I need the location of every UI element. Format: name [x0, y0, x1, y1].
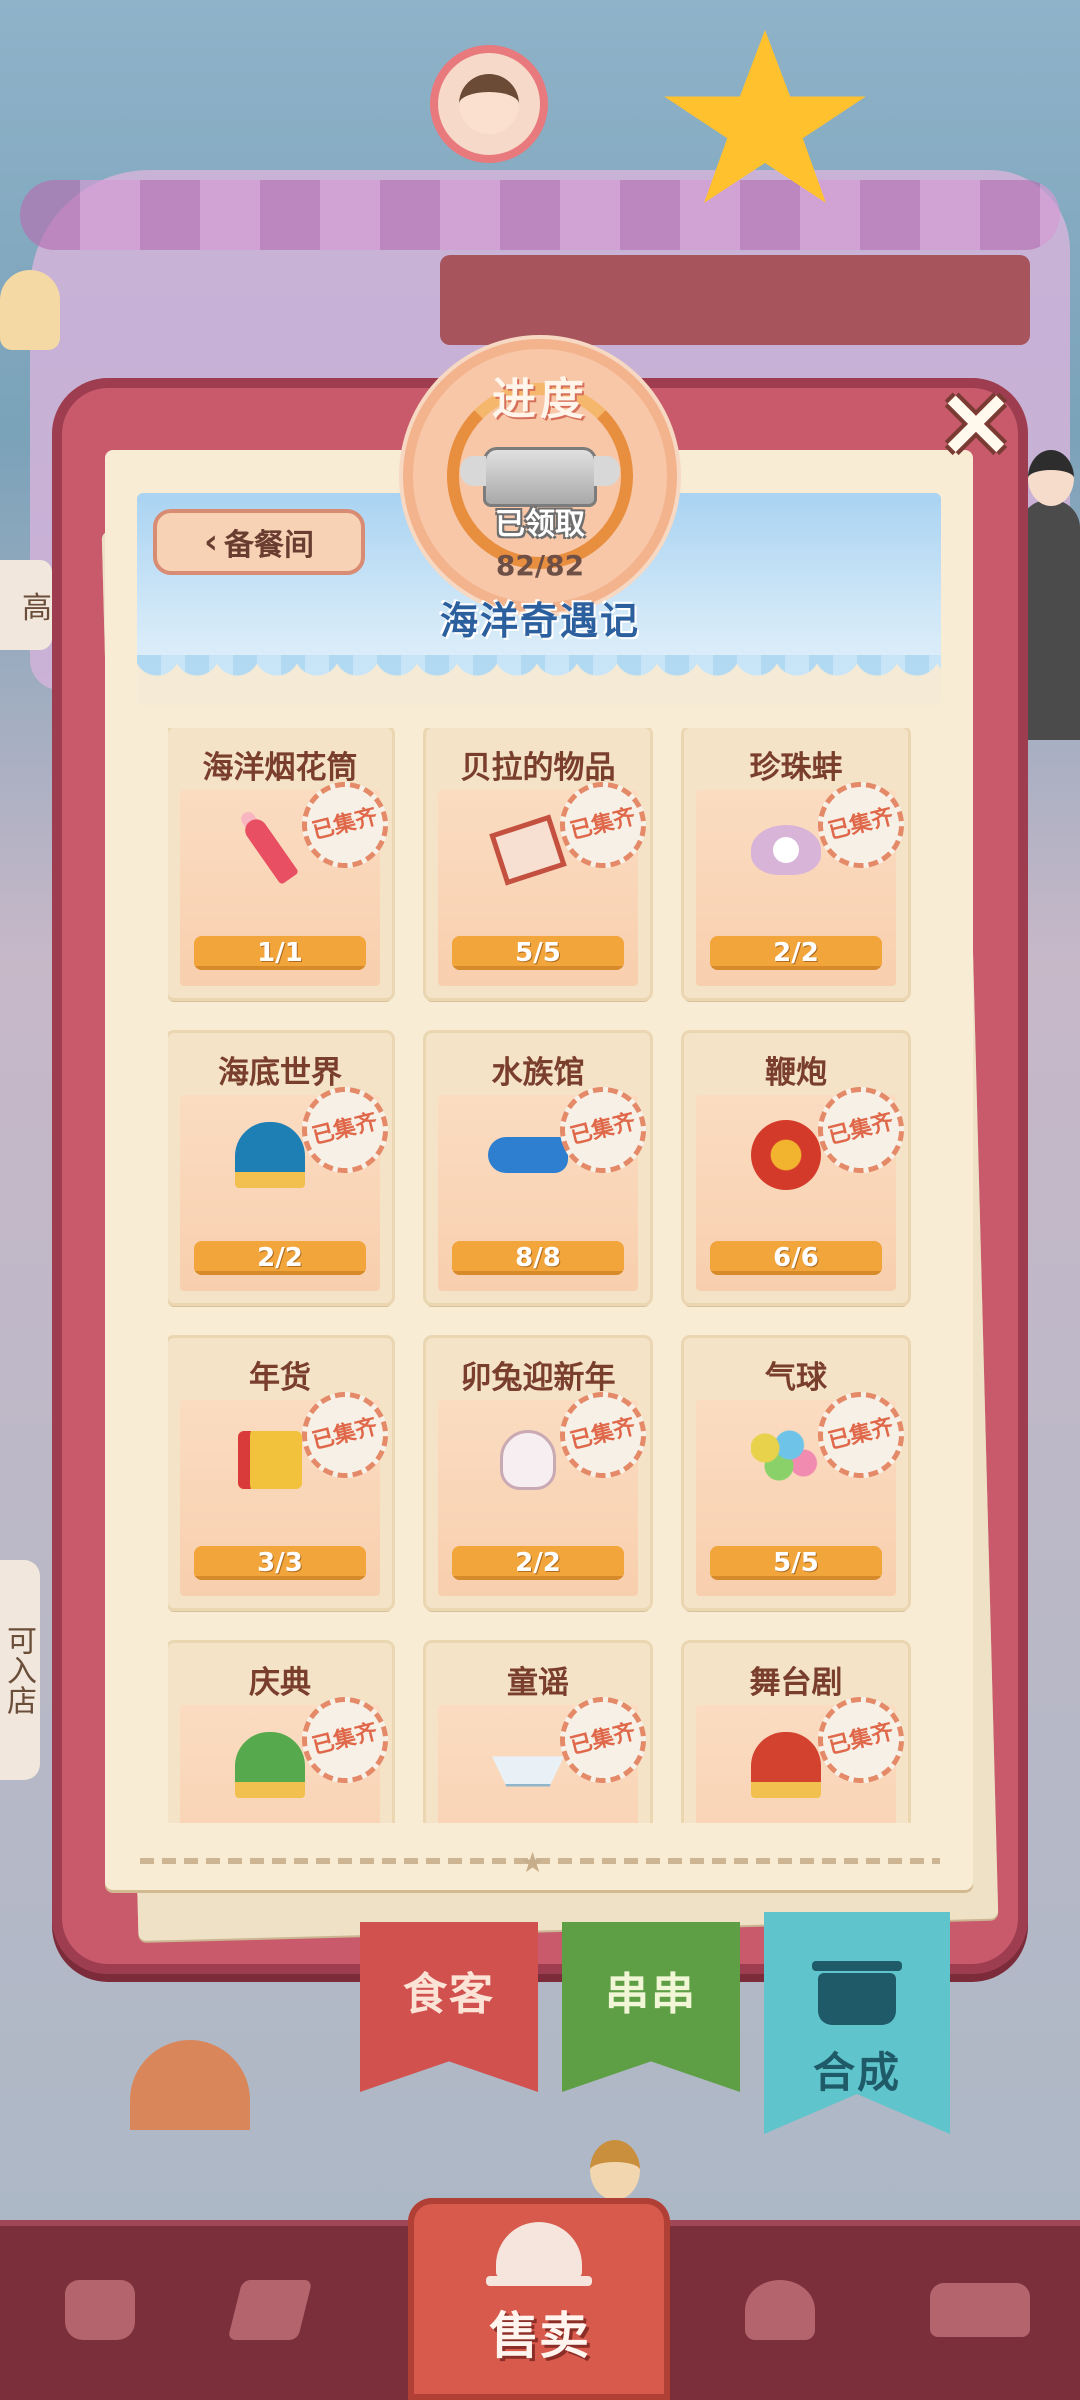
collection-progress-text: 2/2 — [515, 1548, 561, 1578]
collection-name: 水族馆 — [491, 1055, 585, 1091]
tab-diners-label: 食客 — [403, 1969, 495, 2020]
nav-sell[interactable]: 售卖 — [408, 2198, 670, 2400]
collection-progress-text: 8/8 — [515, 1243, 561, 1273]
collection-card[interactable]: 童谣 已集齐 — [426, 1643, 656, 1823]
collection-progress-text: 2/2 — [773, 938, 819, 968]
collection-progress-bar: 2/2 — [452, 1546, 624, 1580]
cards-icon — [227, 2280, 313, 2340]
bus-icon — [930, 2283, 1030, 2337]
coral-decoration — [130, 2040, 250, 2130]
collection-card[interactable]: 气球 已集齐 5/5 — [684, 1338, 912, 1608]
customer-character-small — [590, 2140, 640, 2200]
nav-travel[interactable] — [880, 2220, 1080, 2400]
nav-staff[interactable] — [680, 2220, 880, 2400]
collection-name: 鞭炮 — [765, 1055, 827, 1091]
collection-progress-text: 6/6 — [773, 1243, 819, 1273]
collection-card[interactable]: 舞台剧 已集齐 — [684, 1643, 912, 1823]
cooking-pot-icon — [812, 1960, 902, 2025]
progress-count: 82/82 — [495, 549, 585, 582]
collection-progress-bar: 1/1 — [194, 936, 366, 970]
collection-card[interactable]: 海洋烟花筒 已集齐 1/1 — [168, 728, 398, 998]
collection-card[interactable]: 鞭炮 已集齐 6/6 — [684, 1033, 912, 1303]
collection-progress-text: 3/3 — [257, 1548, 303, 1578]
gift-box-icon — [230, 1420, 310, 1500]
progress-seal[interactable]: 进度 已领取 82/82 — [413, 349, 667, 603]
collection-progress-bar: 2/2 — [194, 1241, 366, 1275]
undersea-stage-icon — [230, 1115, 310, 1195]
progress-claimed-status: 已领取 — [495, 507, 585, 542]
pearl-oyster-icon — [746, 810, 826, 890]
event-title: 海洋奇遇记 — [439, 599, 640, 643]
service-bell-icon — [486, 2222, 592, 2286]
paper-boat-icon — [488, 1725, 568, 1805]
tab-skewers-label: 串串 — [605, 1969, 697, 2020]
collection-progress-bar: 8/8 — [452, 1241, 624, 1275]
collection-name: 海底世界 — [218, 1055, 342, 1091]
collection-card[interactable]: 水族馆 已集齐 8/8 — [426, 1033, 656, 1303]
collection-name: 气球 — [765, 1360, 827, 1396]
balloons-icon — [746, 1420, 826, 1500]
collection-name: 海洋烟花筒 — [202, 750, 358, 786]
collection-card[interactable]: 庆典 已集齐 — [168, 1643, 398, 1823]
collection-progress-bar: 5/5 — [452, 936, 624, 970]
collection-grid: 海洋烟花筒 已集齐 1/1 贝拉的物品 已集齐 5/5 珍珠蚌 已集齐 2/2 海底世界 已集齐 2/… — [168, 728, 912, 1823]
rabbit-icon — [488, 1420, 568, 1500]
collection-name: 贝拉的物品 — [460, 750, 616, 786]
reward-chest-icon — [460, 447, 620, 507]
collection-card[interactable]: 海底世界 已集齐 2/2 — [168, 1033, 398, 1303]
firework-rocket-icon — [230, 810, 310, 890]
collection-progress-bar: 3/3 — [194, 1546, 366, 1580]
staff-icon — [745, 2280, 815, 2340]
progress-title: 进度 — [492, 374, 588, 425]
collection-name: 年货 — [249, 1360, 311, 1396]
chevron-left-icon: ‹ — [203, 522, 218, 562]
collection-progress-bar: 2/2 — [710, 936, 882, 970]
bag-icon — [65, 2280, 135, 2340]
collection-card[interactable]: 贝拉的物品 已集齐 5/5 — [426, 728, 656, 998]
firecracker-icon — [746, 1115, 826, 1195]
collection-progress-text: 5/5 — [773, 1548, 819, 1578]
tab-synthesis-label: 合成 — [812, 2047, 901, 2097]
collection-progress-text: 5/5 — [515, 938, 561, 968]
star-ornament-icon: ★ — [520, 1846, 546, 1879]
back-button-label: 备餐间 — [224, 528, 314, 563]
truck-stripe — [20, 180, 1060, 250]
collection-card[interactable]: 年货 已集齐 3/3 — [168, 1338, 398, 1608]
truck-awning — [440, 255, 1030, 345]
nav-cards[interactable] — [170, 2220, 370, 2400]
theater-stage-icon — [746, 1725, 826, 1805]
collection-card[interactable]: 珍珠蚌 已集齐 2/2 — [684, 728, 912, 998]
collection-progress-text: 2/2 — [257, 1243, 303, 1273]
celebration-stage-icon — [230, 1725, 310, 1805]
close-button[interactable]: × — [933, 373, 1019, 469]
side-sign-lower: 可入店 — [0, 1560, 40, 1780]
collection-name: 童谣 — [507, 1665, 569, 1701]
collection-card[interactable]: 卯兔迎新年 已集齐 2/2 — [426, 1338, 656, 1608]
collection-progress-bar: 6/6 — [710, 1241, 882, 1275]
avatar-face-icon — [459, 74, 519, 134]
nav-sell-label: 售卖 — [489, 2307, 589, 2365]
shell-lamp-decoration — [0, 270, 60, 350]
collection-name: 珍珠蚌 — [749, 750, 843, 786]
photo-frame-icon — [488, 810, 568, 890]
collection-name: 舞台剧 — [749, 1665, 843, 1701]
collection-progress-text: 1/1 — [257, 938, 303, 968]
collection-name: 庆典 — [249, 1665, 311, 1701]
collection-progress-bar: 5/5 — [710, 1546, 882, 1580]
back-to-prep-room-button[interactable]: ‹ 备餐间 — [153, 509, 365, 575]
player-avatar[interactable] — [430, 45, 548, 163]
whale-icon — [488, 1115, 568, 1195]
collection-name: 卯兔迎新年 — [460, 1360, 616, 1396]
